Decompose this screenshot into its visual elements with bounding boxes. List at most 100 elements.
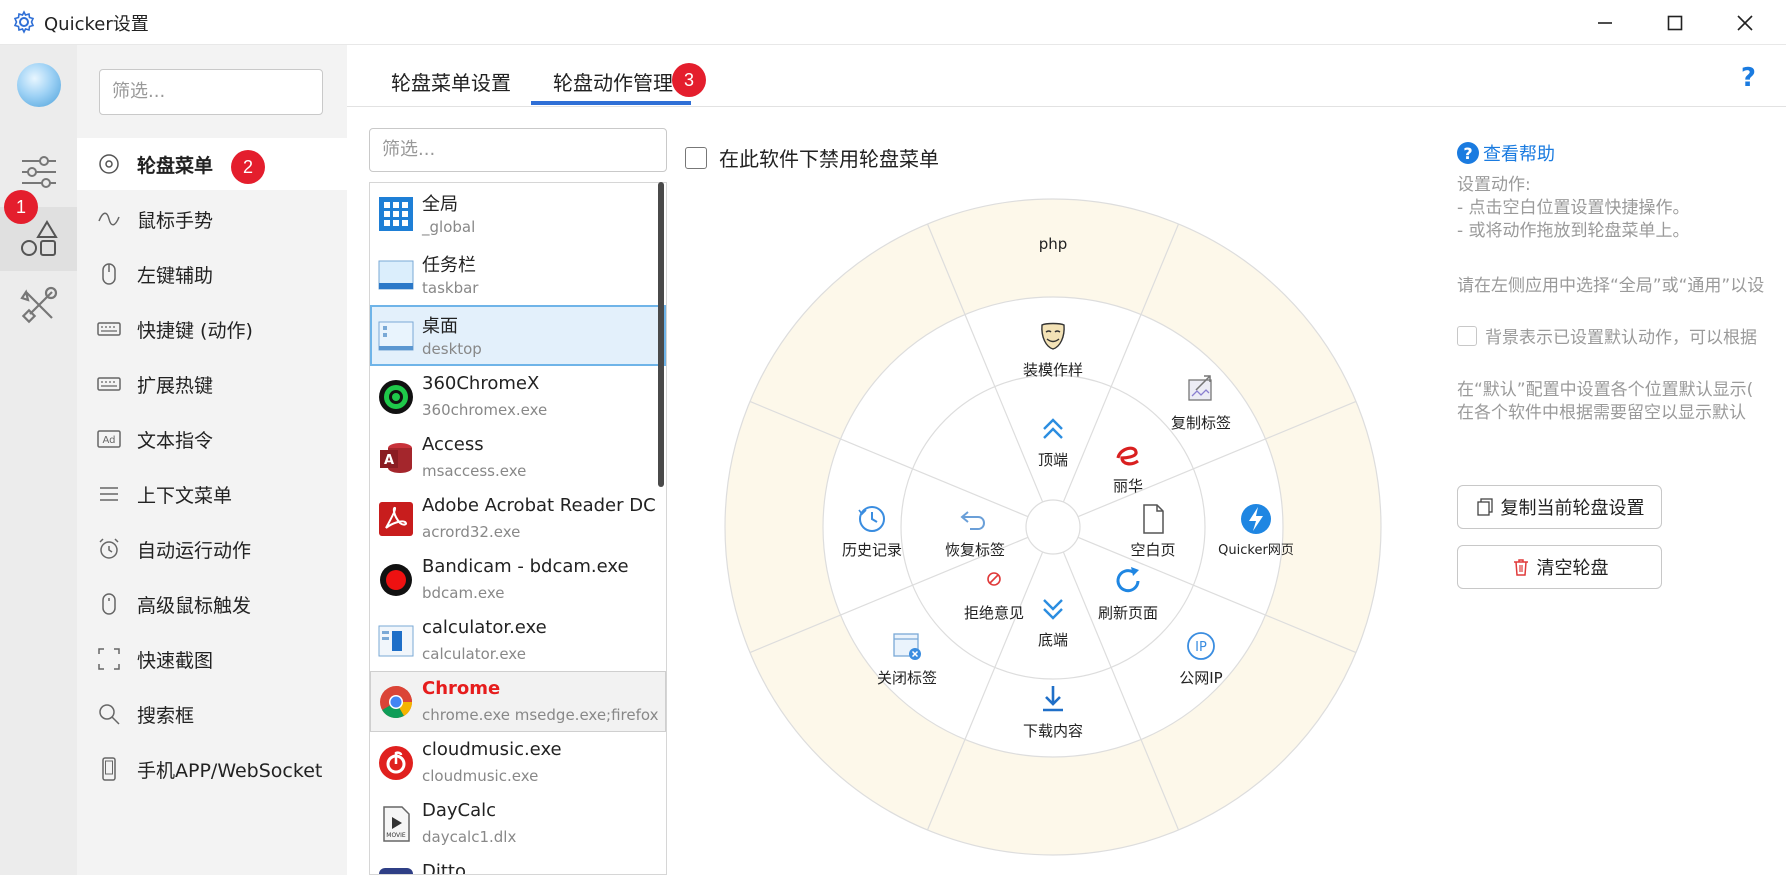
undo-icon[interactable] [958, 502, 992, 536]
app-name: calculator.exe [422, 617, 547, 638]
tab-wheel-action-management[interactable]: 轮盘动作管理 [553, 67, 673, 96]
svg-text:MOVIE: MOVIE [386, 832, 406, 839]
left-rail [0, 45, 77, 875]
app-name: Adobe Acrobat Reader DC [422, 495, 656, 516]
wheel-action-label[interactable]: 丽华 [1113, 475, 1143, 496]
copy-tag-icon[interactable] [1184, 372, 1218, 406]
clear-wheel-button[interactable]: 清空轮盘 [1457, 545, 1662, 589]
sidebar-item-extended-hotkey[interactable]: 扩展热键 [77, 358, 347, 410]
sidebar-item-label: 快速截图 [137, 649, 214, 672]
sidebar-item-left-assist[interactable]: 左键辅助 [77, 248, 347, 300]
sidebar-item-mobile-app[interactable]: 手机APP/WebSocket [77, 743, 347, 795]
list-item[interactable]: Chrome chrome.exe msedge.exe;firefox [370, 671, 666, 732]
list-item[interactable]: calculator.exe calculator.exe [370, 610, 666, 671]
tools-icon [19, 286, 57, 324]
wheel-rings [724, 198, 1382, 856]
list-item[interactable]: cloudmusic.exe cloudmusic.exe [370, 732, 666, 793]
info-line: 在“默认”配置中设置各个位置默认显示( [1457, 380, 1754, 398]
lihua-icon[interactable] [1111, 439, 1145, 473]
list-item[interactable]: 360ChromeX 360chromex.exe [370, 366, 666, 427]
quicker-icon[interactable] [1239, 502, 1273, 536]
sidebar-item-text-command[interactable]: Ad 文本指令 [77, 413, 347, 465]
ditto-icon [379, 868, 413, 874]
avatar[interactable] [17, 63, 61, 107]
sidebar-item-screenshot[interactable]: 快速截图 [77, 633, 347, 685]
minimize-button[interactable] [1570, 0, 1640, 45]
info-line: 在各个软件中根据需要留空以显示默认 [1457, 403, 1746, 421]
list-item[interactable]: 任务栏 taskbar [370, 244, 666, 305]
tab-bar: 轮盘菜单设置 轮盘动作管理 ? [347, 45, 1786, 107]
app-name: 全局 [422, 194, 458, 215]
app-name: DayCalc [422, 800, 497, 821]
wheel-action-label[interactable]: 下载内容 [1023, 720, 1083, 741]
wheel-action-label[interactable]: 公网IP [1179, 667, 1222, 688]
wheel-action-label[interactable]: 装模作样 [1023, 359, 1083, 380]
wheel-action-label[interactable]: Quicker网页 [1218, 539, 1294, 558]
app-name: 任务栏 [422, 255, 476, 276]
sidebar-item-context-menu[interactable]: 上下文菜单 [77, 468, 347, 520]
blank-page-icon[interactable] [1136, 502, 1170, 536]
shapes-icon [20, 220, 58, 256]
window-title: Quicker设置 [44, 14, 149, 35]
list-item[interactable]: A Access msaccess.exe [370, 427, 666, 488]
double-down-icon[interactable] [1036, 592, 1070, 626]
rail-tools[interactable] [0, 273, 77, 337]
list-item[interactable]: Ditto [370, 854, 666, 874]
double-up-icon[interactable] [1036, 412, 1070, 446]
wheel-action-label[interactable]: 刷新页面 [1098, 602, 1158, 623]
ip-icon[interactable]: IP [1184, 629, 1218, 663]
active-tab-indicator [531, 101, 691, 105]
list-item[interactable]: Adobe Acrobat Reader DC acrord32.exe [370, 488, 666, 549]
annotation-badge-2: 2 [231, 150, 265, 184]
close-tab-icon[interactable] [890, 629, 924, 663]
wheel-action-label[interactable]: 复制标签 [1171, 412, 1231, 433]
svg-text:Ad: Ad [102, 435, 115, 446]
mask-icon[interactable] [1036, 319, 1070, 353]
sidebar-filter-input[interactable]: 筛选... [99, 69, 323, 115]
wheel-action-label[interactable]: 底端 [1038, 629, 1068, 650]
app-process: acrord32.exe [422, 523, 521, 541]
sidebar-item-label: 搜索框 [137, 704, 195, 727]
wheel-menu: php 装模作样 复制标签 顶端 丽华 历史记录 恢复标签 空白页 Quicke… [685, 177, 1425, 875]
wheel-action-label[interactable]: 关闭标签 [877, 667, 937, 688]
alarm-icon [95, 535, 123, 563]
sliders-icon [21, 156, 56, 188]
list-item[interactable]: MOVIE DayCalc daycalc1.dlx [370, 793, 666, 854]
download-icon[interactable] [1036, 682, 1070, 716]
tab-wheel-menu-settings[interactable]: 轮盘菜单设置 [391, 67, 511, 96]
grid-icon [379, 197, 413, 231]
sidebar-item-search-box[interactable]: 搜索框 [77, 688, 347, 740]
sidebar-item-mouse-gesture[interactable]: 鼠标手势 [77, 193, 347, 245]
app-list-scrollbar[interactable] [658, 182, 664, 487]
wheel-action-label[interactable]: 恢复标签 [945, 539, 1005, 560]
help-button[interactable]: ? [1741, 63, 1756, 93]
list-item[interactable]: 全局 _global [370, 183, 666, 244]
circle-dot-icon [95, 150, 123, 178]
forbidden-icon[interactable] [984, 569, 1004, 589]
history-icon[interactable] [855, 502, 889, 536]
sidebar-item-advanced-mouse[interactable]: 高级鼠标触发 [77, 578, 347, 630]
list-item[interactable]: 桌面 desktop [370, 305, 666, 366]
maximize-button[interactable] [1640, 0, 1710, 45]
refresh-icon[interactable] [1111, 564, 1145, 598]
sidebar-item-wheel-menu[interactable]: 轮盘菜单 [77, 138, 347, 190]
sidebar-item-hotkey-action[interactable]: 快捷键 (动作) [77, 303, 347, 355]
wheel-outer-top-label[interactable]: php [1039, 235, 1068, 253]
close-button[interactable] [1710, 0, 1780, 45]
wheel-action-label[interactable]: 拒绝意见 [964, 602, 1024, 623]
disable-wheel-row[interactable]: 在此软件下禁用轮盘菜单 [685, 143, 939, 172]
view-help-link[interactable]: ? 查看帮助 [1457, 140, 1786, 166]
sidebar-item-label: 快捷键 (动作) [137, 319, 253, 342]
sidebar-item-auto-run[interactable]: 自动运行动作 [77, 523, 347, 575]
wheel-action-label[interactable]: 空白页 [1130, 539, 1175, 560]
wheel-action-label[interactable]: 历史记录 [842, 539, 902, 560]
app-name: 360ChromeX [422, 373, 540, 394]
title-bar: Quicker设置 [0, 0, 1786, 45]
wheel-action-label[interactable]: 顶端 [1038, 449, 1068, 470]
disable-wheel-checkbox[interactable] [685, 146, 707, 169]
list-item[interactable]: Bandicam - bdcam.exe bdcam.exe [370, 549, 666, 610]
close-icon [1737, 14, 1753, 31]
calculator-icon [378, 625, 414, 657]
apps-filter-input[interactable]: 筛选... [369, 128, 667, 172]
copy-wheel-settings-button[interactable]: 复制当前轮盘设置 [1457, 485, 1662, 529]
